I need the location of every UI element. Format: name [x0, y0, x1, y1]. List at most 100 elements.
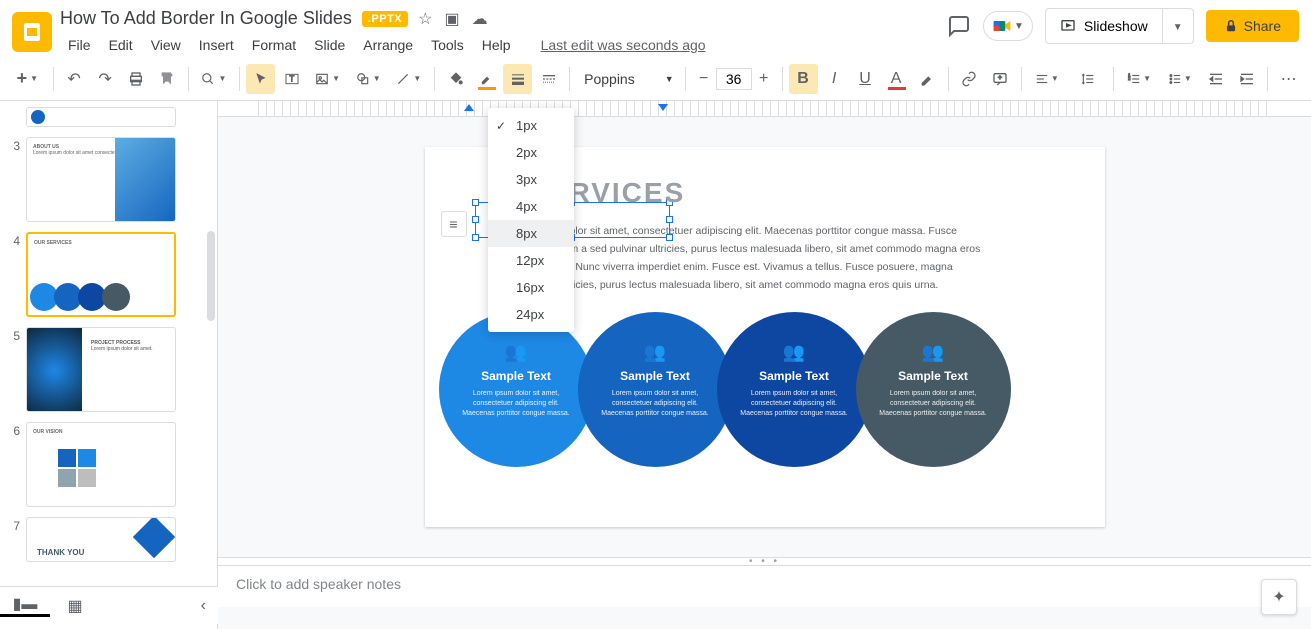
border-weight-option[interactable]: 16px: [488, 274, 574, 301]
slideshow-button[interactable]: Slideshow: [1045, 8, 1163, 44]
slide-thumbnail-selected[interactable]: OUR SERVICES: [26, 232, 176, 317]
share-button[interactable]: Share: [1206, 10, 1299, 42]
scrollbar-thumb[interactable]: [207, 231, 215, 321]
notes-resize-handle[interactable]: • • •: [218, 557, 1311, 565]
more-button[interactable]: ⋯: [1274, 64, 1303, 94]
new-slide-button[interactable]: +▼: [8, 64, 47, 94]
slide-thumbnail[interactable]: [26, 107, 176, 127]
menu-insert[interactable]: Insert: [191, 33, 242, 57]
border-weight-option[interactable]: 8px: [488, 220, 574, 247]
border-weight-option[interactable]: ✓1px: [488, 112, 574, 139]
menu-tools[interactable]: Tools: [423, 33, 472, 57]
font-size-input[interactable]: [716, 68, 752, 90]
collapse-panel-button[interactable]: ‹: [189, 597, 218, 615]
people-icon: 👥: [735, 342, 854, 363]
font-size-minus[interactable]: −: [692, 67, 716, 91]
border-weight-option[interactable]: 24px: [488, 301, 574, 328]
font-family-label: Poppins: [584, 71, 635, 87]
numbered-list-button[interactable]: 12▼: [1120, 64, 1159, 94]
slideshow-dropdown[interactable]: ▼: [1163, 8, 1194, 44]
last-edit-link[interactable]: Last edit was seconds ago: [533, 33, 714, 57]
circle-item[interactable]: 👥Sample TextLorem ipsum dolor sit amet, …: [439, 312, 594, 467]
circle-item[interactable]: 👥Sample TextLorem ipsum dolor sit amet, …: [856, 312, 1011, 467]
print-button[interactable]: [122, 64, 151, 94]
font-family-select[interactable]: Poppins▼: [576, 71, 679, 87]
shape-tool[interactable]: ▼: [349, 64, 388, 94]
menu-arrange[interactable]: Arrange: [355, 33, 421, 57]
slide-thumbnail[interactable]: ABOUT USLorem ipsum dolor sit amet conse…: [26, 137, 176, 222]
image-tool[interactable]: ▼: [308, 64, 347, 94]
circle-item[interactable]: 👥Sample TextLorem ipsum dolor sit amet, …: [578, 312, 733, 467]
line-spacing-button[interactable]: [1068, 64, 1107, 94]
resize-handle[interactable]: [472, 199, 479, 206]
slide-thumbnail[interactable]: OUR VISION: [26, 422, 176, 507]
thumb-number: 5: [6, 327, 20, 343]
comments-icon[interactable]: [947, 14, 971, 38]
outdent-button[interactable]: [1201, 64, 1230, 94]
doc-title[interactable]: How To Add Border In Google Slides: [60, 8, 352, 29]
text-color-button[interactable]: A: [882, 64, 911, 94]
redo-button[interactable]: ↷: [91, 64, 120, 94]
resize-handle[interactable]: [472, 216, 479, 223]
horizontal-ruler[interactable]: [218, 101, 1311, 117]
menu-slide[interactable]: Slide: [306, 33, 353, 57]
filmstrip-view-button[interactable]: ▮▬: [0, 594, 50, 617]
italic-button[interactable]: I: [820, 64, 849, 94]
fill-color-button[interactable]: [441, 64, 470, 94]
border-weight-option[interactable]: 4px: [488, 193, 574, 220]
highlight-button[interactable]: [913, 64, 942, 94]
border-weight-button[interactable]: [503, 64, 532, 94]
cloud-icon[interactable]: ☁: [472, 9, 488, 29]
people-icon: 👥: [457, 342, 576, 363]
slide-thumbnail[interactable]: THANK YOU: [26, 517, 176, 562]
select-tool[interactable]: [246, 64, 275, 94]
textbox-tool[interactable]: T: [277, 64, 306, 94]
undo-button[interactable]: ↶: [60, 64, 89, 94]
menu-view[interactable]: View: [143, 33, 189, 57]
speaker-notes[interactable]: Click to add speaker notes: [218, 565, 1311, 607]
toolbar: +▼ ↶ ↷ ▼ T ▼ ▼ ▼ Poppins▼ − + B I U A + …: [0, 57, 1311, 101]
comment-button[interactable]: +: [986, 64, 1015, 94]
align-button[interactable]: ▼: [1028, 64, 1067, 94]
paint-format-button[interactable]: [153, 64, 182, 94]
menu-edit[interactable]: Edit: [101, 33, 141, 57]
meet-button[interactable]: ▼: [983, 11, 1033, 41]
align-floating-button[interactable]: ≡: [441, 211, 467, 237]
border-weight-option[interactable]: 2px: [488, 139, 574, 166]
indent-button[interactable]: [1232, 64, 1261, 94]
menu-format[interactable]: Format: [244, 33, 304, 57]
header: How To Add Border In Google Slides .PPTX…: [0, 0, 1311, 57]
zoom-button[interactable]: ▼: [195, 64, 234, 94]
slide-thumbnail[interactable]: PROJECT PROCESSLorem ipsum dolor sit ame…: [26, 327, 176, 412]
menu-help[interactable]: Help: [474, 33, 519, 57]
resize-handle[interactable]: [472, 234, 479, 241]
explore-button[interactable]: ✦: [1261, 579, 1297, 615]
svg-text:2: 2: [1128, 76, 1131, 81]
border-weight-option[interactable]: 12px: [488, 247, 574, 274]
circles-row: 👥Sample TextLorem ipsum dolor sit amet, …: [455, 312, 1045, 467]
slides-logo[interactable]: [12, 12, 52, 52]
pptx-badge: .PPTX: [362, 11, 408, 27]
menu-file[interactable]: File: [60, 33, 99, 57]
thumb-number: 4: [6, 232, 20, 248]
border-weight-option[interactable]: 3px: [488, 166, 574, 193]
border-dash-button[interactable]: [534, 64, 563, 94]
slide-title-text[interactable]: RVICES: [570, 177, 1045, 209]
people-icon: 👥: [874, 342, 993, 363]
link-button[interactable]: [955, 64, 984, 94]
star-icon[interactable]: ☆: [418, 9, 432, 29]
resize-handle[interactable]: [666, 234, 673, 241]
bulleted-list-button[interactable]: ▼: [1160, 64, 1199, 94]
resize-handle[interactable]: [666, 216, 673, 223]
ruler-indent-marker[interactable]: [464, 101, 474, 111]
border-color-button[interactable]: [472, 64, 501, 94]
grid-view-button[interactable]: ▦: [50, 596, 100, 616]
underline-button[interactable]: U: [851, 64, 880, 94]
circle-item[interactable]: 👥Sample TextLorem ipsum dolor sit amet, …: [717, 312, 872, 467]
bold-button[interactable]: B: [789, 64, 818, 94]
line-tool[interactable]: ▼: [390, 64, 429, 94]
move-icon[interactable]: ▣: [444, 9, 459, 29]
font-size-plus[interactable]: +: [752, 67, 776, 91]
ruler-indent-marker[interactable]: [658, 101, 668, 111]
slideshow-label: Slideshow: [1084, 18, 1148, 34]
